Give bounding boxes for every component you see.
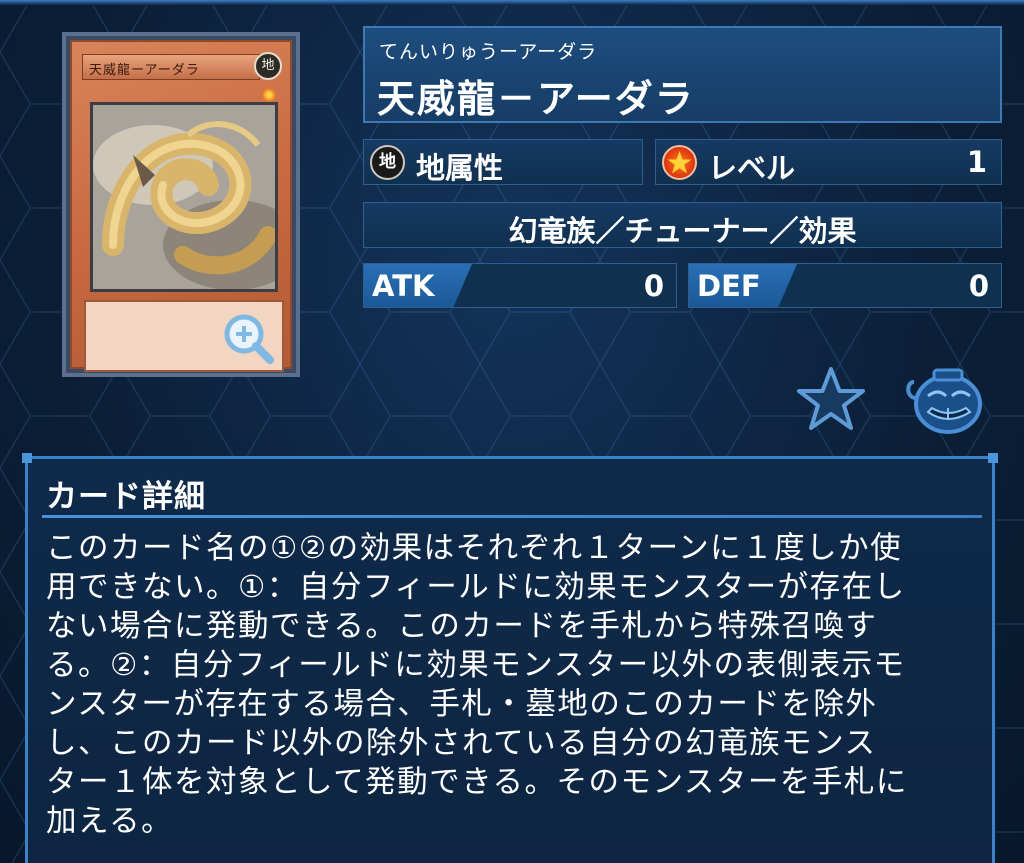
card-image-attribute-icon: 地 <box>254 52 282 80</box>
panel-corner <box>988 453 998 463</box>
def-box: DEF 0 <box>688 263 1002 308</box>
zoom-in-icon[interactable] <box>220 310 276 366</box>
card-image-name: 天威龍ーアーダラ <box>82 54 260 80</box>
card-image[interactable]: 天威龍ーアーダラ 地 <box>62 32 300 377</box>
attribute-box: 地 地属性 <box>363 139 643 185</box>
panel-corner <box>22 453 32 463</box>
monster-type-line: 幻竜族／チューナー／効果 <box>363 202 1002 248</box>
atk-value: 0 <box>643 269 664 303</box>
pot-of-greed-icon[interactable] <box>904 364 986 436</box>
level-value: 1 <box>966 145 987 179</box>
detail-divider <box>42 515 982 518</box>
card-name-panel: てんいりゅうーアーダラ 天威龍－アーダラ <box>363 26 1002 123</box>
card-effect-text: このカード名の①②の効果はそれぞれ１ターンに１度しか使 用できない。①：自分フィ… <box>46 531 908 839</box>
card-name-reading: てんいりゅうーアーダラ <box>379 41 598 63</box>
card-artwork <box>90 102 278 292</box>
star-icon[interactable] <box>796 366 866 432</box>
level-box: レベル 1 <box>655 139 1002 185</box>
earth-attribute-icon: 地 <box>370 145 405 180</box>
card-text-box <box>84 300 284 372</box>
card-image-level-star-icon <box>262 88 276 102</box>
level-label: レベル <box>708 151 796 185</box>
top-border-line <box>0 0 1024 5</box>
detail-title: カード詳細 <box>46 479 206 515</box>
def-label: DEF <box>697 269 761 303</box>
card-name: 天威龍－アーダラ <box>377 77 695 121</box>
atk-label: ATK <box>372 269 435 303</box>
card-frame: 天威龍ーアーダラ 地 <box>70 40 292 372</box>
attribute-label: 地属性 <box>416 151 504 185</box>
card-detail-panel[interactable]: カード詳細 このカード名の①②の効果はそれぞれ１ターンに１度しか使 用できない。… <box>22 453 998 863</box>
level-star-icon <box>662 145 697 180</box>
atk-box: ATK 0 <box>363 263 677 308</box>
def-value: 0 <box>968 269 989 303</box>
